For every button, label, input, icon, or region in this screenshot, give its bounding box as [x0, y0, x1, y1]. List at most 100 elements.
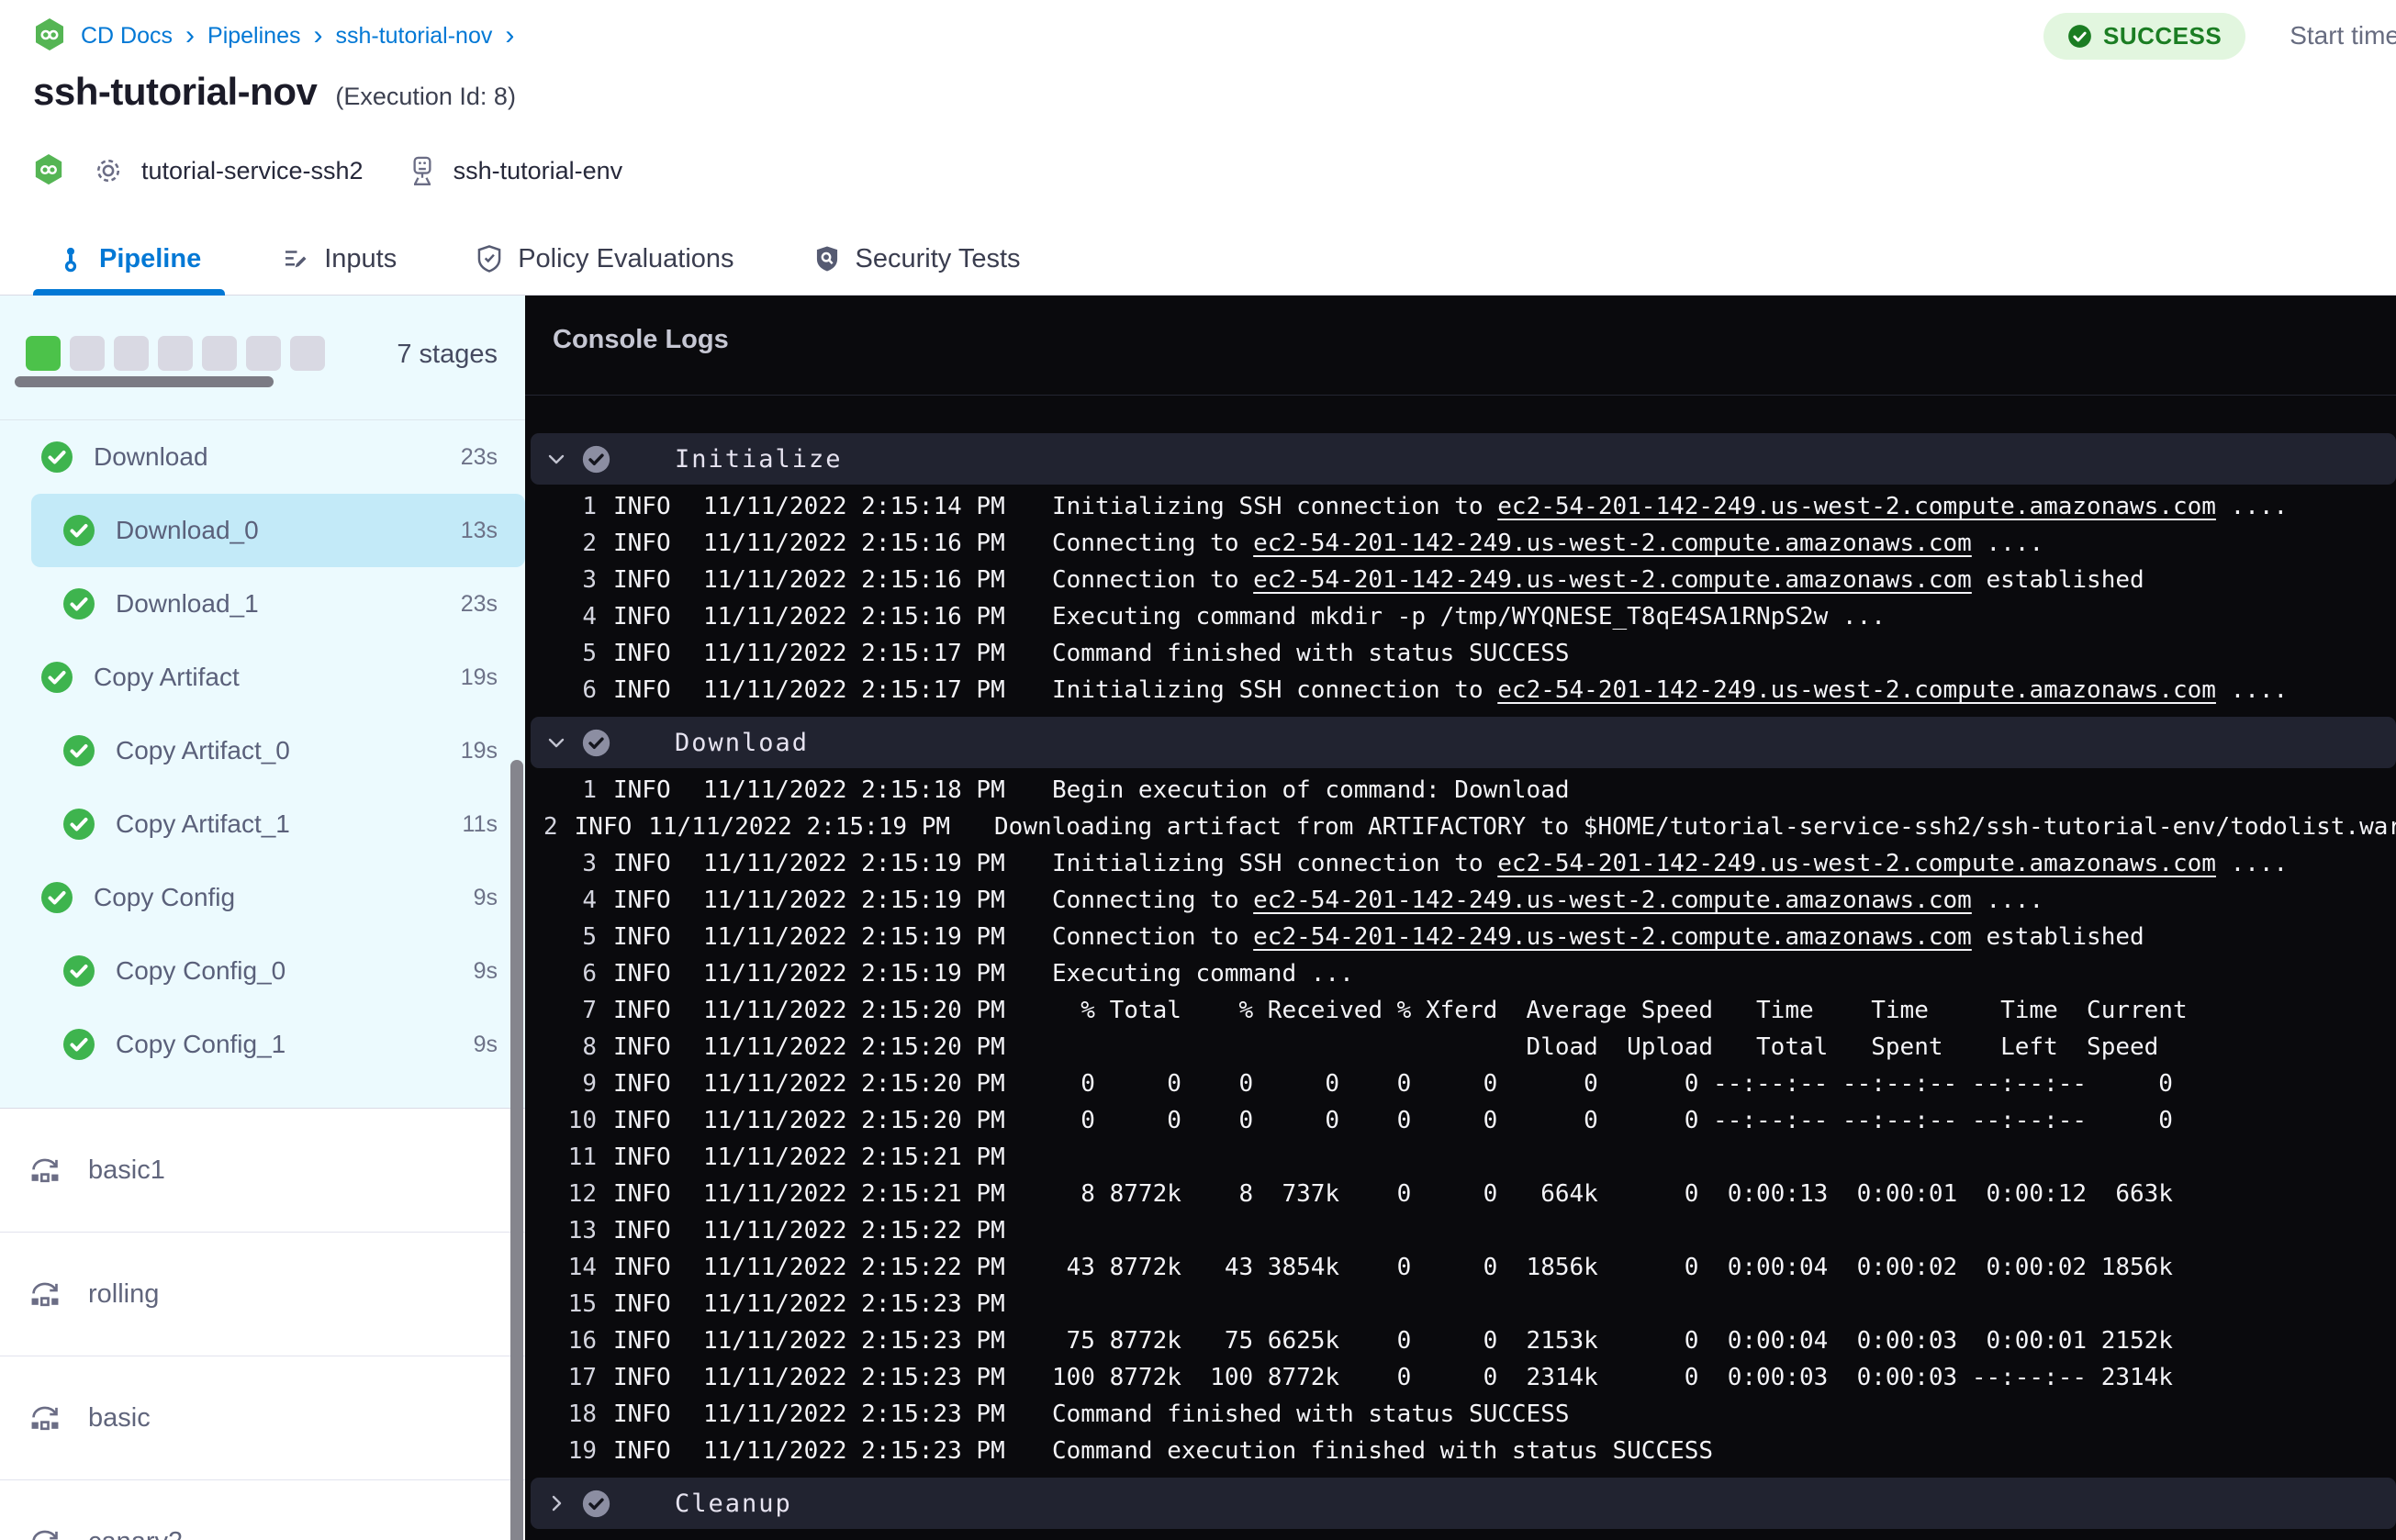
stage-row-download-1[interactable]: Download_1 23s [0, 567, 525, 641]
horizontal-scrollbar[interactable] [15, 376, 274, 387]
pipeline-item-basic[interactable]: basic [0, 1356, 525, 1480]
log-line-number: 16 [567, 1327, 597, 1355]
host-link[interactable]: ec2-54-201-142-249.us-west-2.compute.ama… [1253, 923, 1972, 951]
strategy-icon [26, 1277, 64, 1311]
success-check-icon [40, 661, 73, 694]
host-link[interactable]: ec2-54-201-142-249.us-west-2.compute.ama… [1497, 850, 2216, 877]
pipeline-list: basic1 rolling basic canary2 [0, 1108, 525, 1540]
log-message: Begin execution of command: Download [1052, 776, 1570, 804]
chevron-right-icon[interactable] [531, 1492, 582, 1514]
host-link[interactable]: ec2-54-201-142-249.us-west-2.compute.ama… [1253, 566, 1972, 594]
app: CD Docs › Pipelines › ssh-tutorial-nov › SUCC… [0, 0, 2396, 1540]
stage-name: Copy Artifact_0 [116, 736, 290, 764]
log-line-number: 17 [567, 1364, 597, 1391]
stage-row-copy-config[interactable]: Copy Config 9s [0, 861, 525, 934]
host-link[interactable]: ec2-54-201-142-249.us-west-2.compute.ama… [1497, 493, 2216, 520]
log-line: 5 INFO 11/11/2022 2:15:17 PM Command finish… [525, 635, 2396, 672]
log-timestamp: 11/11/2022 2:15:18 PM [703, 776, 1005, 804]
service-name[interactable]: tutorial-service-ssh2 [141, 157, 364, 185]
log-level: INFO [613, 530, 671, 557]
log-line: 1 INFO 11/11/2022 2:15:14 PM Initializing S… [525, 488, 2396, 525]
policy-evaluations-icon [476, 244, 503, 273]
stage-progress-header: 7 stages [0, 296, 525, 420]
stage-row-copy-config-0[interactable]: Copy Config_0 9s [0, 934, 525, 1008]
log-message: Command finished with status SUCCESS [1052, 1401, 1570, 1428]
log-line-number: 10 [567, 1107, 597, 1134]
breadcrumb-link-ssh-tutorial-nov[interactable]: ssh-tutorial-nov [335, 23, 492, 50]
tab-security-tests[interactable]: Security Tests [789, 223, 1045, 295]
stage-name: Copy Artifact [94, 663, 240, 691]
host-link[interactable]: ec2-54-201-142-249.us-west-2.compute.ama… [1253, 887, 1972, 914]
log-text: Dload Upload Total Spent Left Speed [1052, 1033, 2159, 1061]
log-line: 8 INFO 11/11/2022 2:15:20 PM Dload Upload … [525, 1029, 2396, 1066]
log-text: .... [1971, 887, 2044, 914]
log-line: 12 INFO 11/11/2022 2:15:21 PM 8 8772k 8 73… [525, 1176, 2396, 1212]
host-link[interactable]: ec2-54-201-142-249.us-west-2.compute.ama… [1253, 530, 1972, 557]
log-timestamp: 11/11/2022 2:15:20 PM [703, 1033, 1005, 1061]
log-message: 0 0 0 0 0 0 0 0 --:--:-- --:--:-- --:--:… [1052, 1107, 2173, 1134]
log-text: % Total % Received % Xferd Average Speed… [1052, 997, 2188, 1024]
log-line: 3 INFO 11/11/2022 2:15:16 PM Connection to … [525, 562, 2396, 598]
log-level: INFO [613, 1254, 671, 1281]
log-message: Initializing SSH connection to ec2-54-20… [1052, 676, 2288, 704]
page-header: CD Docs › Pipelines › ssh-tutorial-nov › SUCC… [0, 0, 2396, 296]
log-timestamp: 11/11/2022 2:15:19 PM [648, 813, 951, 841]
harness-cd-logo [33, 153, 64, 188]
log-message: Connecting to ec2-54-201-142-249.us-west… [1052, 530, 2043, 557]
progress-block [26, 336, 61, 371]
stage-row-download-0[interactable]: Download_0 13s [31, 494, 525, 567]
log-level: INFO [613, 997, 671, 1024]
vertical-scrollbar[interactable] [510, 760, 523, 1540]
environment-icon [408, 154, 437, 187]
log-message: Connection to ec2-54-201-142-249.us-west… [1052, 566, 2144, 594]
log-message: 0 0 0 0 0 0 0 0 --:--:-- --:--:-- --:--:… [1052, 1070, 2173, 1098]
stage-row-download[interactable]: Download 23s [0, 420, 525, 494]
log-line-number: 1 [582, 776, 597, 804]
gear-icon [92, 154, 125, 187]
log-line-number: 3 [582, 566, 597, 594]
chevron-down-icon[interactable] [531, 731, 582, 753]
log-timestamp: 11/11/2022 2:15:17 PM [703, 640, 1005, 667]
log-line-number: 8 [582, 1033, 597, 1061]
log-line-number: 12 [567, 1180, 597, 1208]
section-header-initialize[interactable]: Initialize [531, 433, 2396, 485]
pipeline-item-basic1[interactable]: basic1 [0, 1109, 525, 1233]
section-header-download[interactable]: Download [531, 717, 2396, 768]
log-level: INFO [613, 1033, 671, 1061]
environment-name[interactable]: ssh-tutorial-env [453, 157, 623, 185]
log-line-number: 13 [567, 1217, 597, 1244]
breadcrumb-link-pipelines[interactable]: Pipelines [207, 23, 300, 50]
breadcrumb-link-cd-docs[interactable]: CD Docs [81, 23, 173, 50]
section-header-cleanup[interactable]: Cleanup [531, 1478, 2396, 1529]
page-title: ssh-tutorial-nov [33, 70, 318, 113]
stage-panel: 7 stages Download 23s Download_0 13s Downloa… [0, 296, 525, 1108]
stage-row-copy-artifact-0[interactable]: Copy Artifact_0 19s [0, 714, 525, 787]
console-section-initialize: Initialize 1 INFO 11/11/2022 2:15:14 PM Init… [525, 433, 2396, 717]
log-line: 5 INFO 11/11/2022 2:15:19 PM Connection to … [525, 919, 2396, 955]
pipeline-item-rolling[interactable]: rolling [0, 1233, 525, 1356]
log-text: Command finished with status SUCCESS [1052, 1401, 1570, 1428]
success-check-icon [40, 441, 73, 474]
log-line-number: 9 [582, 1070, 597, 1098]
sidebar: 7 stages Download 23s Download_0 13s Downloa… [0, 296, 525, 1540]
log-message: Connection to ec2-54-201-142-249.us-west… [1052, 923, 2144, 951]
chevron-down-icon[interactable] [531, 448, 582, 470]
start-time-label: Start time [2290, 21, 2396, 50]
console-section-cleanup: Cleanup [525, 1478, 2396, 1529]
log-level: INFO [613, 1364, 671, 1391]
log-line: 18 INFO 11/11/2022 2:15:23 PM Command finis… [525, 1396, 2396, 1433]
pipeline-item-canary2[interactable]: canary2 [0, 1480, 525, 1540]
log-level: INFO [613, 1070, 671, 1098]
log-line: 9 INFO 11/11/2022 2:15:20 PM 0 0 0 0 0 0 0… [525, 1066, 2396, 1102]
log-line: 19 INFO 11/11/2022 2:15:23 PM Command execu… [525, 1433, 2396, 1469]
stage-row-copy-artifact-1[interactable]: Copy Artifact_1 11s [0, 787, 525, 861]
stage-row-copy-artifact[interactable]: Copy Artifact 19s [0, 641, 525, 714]
stage-row-copy-config-1[interactable]: Copy Config_1 9s [0, 1008, 525, 1081]
log-line-number: 5 [582, 923, 597, 951]
log-timestamp: 11/11/2022 2:15:22 PM [703, 1254, 1005, 1281]
host-link[interactable]: ec2-54-201-142-249.us-west-2.compute.ama… [1497, 676, 2216, 704]
tab-policy-evaluations[interactable]: Policy Evaluations [452, 223, 757, 295]
tab-pipeline[interactable]: Pipeline [33, 223, 226, 296]
log-timestamp: 11/11/2022 2:15:23 PM [703, 1327, 1005, 1355]
tab-inputs[interactable]: Inputs [256, 223, 420, 295]
